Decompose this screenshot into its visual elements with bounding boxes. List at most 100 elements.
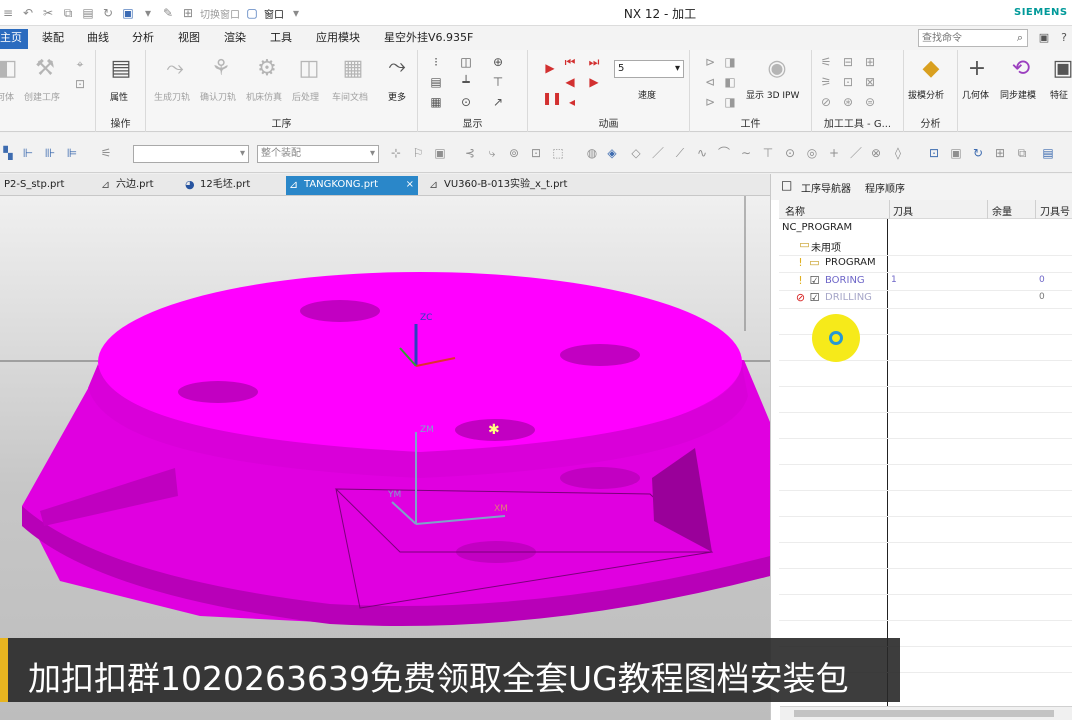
create-geometry-label[interactable]: 何体: [0, 90, 14, 103]
display-tool-icon[interactable]: ◫: [458, 54, 474, 70]
spline-icon[interactable]: ∼: [738, 145, 754, 161]
window-menu-label[interactable]: 窗口: [264, 6, 284, 21]
shop-doc-label[interactable]: 车间文档: [332, 90, 368, 103]
snap-extra-icon[interactable]: ◊: [890, 145, 906, 161]
generate-toolpath-icon[interactable]: ⤳: [162, 56, 188, 82]
snap-g-icon[interactable]: ⊡: [528, 145, 544, 161]
table-row[interactable]: NC_PROGRAM: [779, 220, 1072, 237]
cut-icon[interactable]: ✂: [40, 5, 56, 21]
table-row[interactable]: ▭ 未用项: [779, 237, 1072, 254]
workpiece-d-icon[interactable]: ◨: [722, 54, 738, 70]
switch-window-icon[interactable]: ⊞: [180, 5, 196, 21]
undo-icon[interactable]: ↶: [20, 5, 36, 21]
more-icon[interactable]: ⤳: [384, 54, 410, 80]
postprocess-label[interactable]: 后处理: [292, 90, 319, 103]
create-operation-label[interactable]: 创建工序: [24, 90, 60, 103]
file-tab-p2[interactable]: P2-S_stp.prt: [0, 176, 86, 195]
tool-i-icon[interactable]: ⊜: [862, 94, 878, 110]
show-ipw-label[interactable]: 显示 3D IPW: [746, 88, 799, 101]
tab-application[interactable]: 应用模块: [316, 29, 360, 49]
generate-toolpath-label[interactable]: 生成刀轨: [154, 90, 190, 103]
postprocess-icon[interactable]: ◫: [296, 56, 322, 82]
shop-doc-icon[interactable]: ▦: [340, 56, 366, 82]
file-tab-vu360[interactable]: ⊿ VU360-B-013实验_x_t.prt: [426, 176, 596, 195]
speed-select[interactable]: 5 ▾: [614, 60, 684, 78]
method-view-icon[interactable]: ⊫: [64, 145, 80, 161]
tab-assembly[interactable]: 装配: [42, 29, 64, 49]
geometry-label[interactable]: 几何体: [962, 88, 989, 101]
view-zoom-icon[interactable]: ▣: [948, 145, 964, 161]
file-tab-blank[interactable]: ◕ 12毛坯.prt: [182, 176, 278, 195]
create-operation-icon[interactable]: ⚒: [32, 56, 58, 82]
search-icon[interactable]: ⌕: [1012, 30, 1028, 46]
rotate-icon[interactable]: ↻: [970, 145, 986, 161]
tool-e-icon[interactable]: ⊡: [840, 74, 856, 90]
help-icon[interactable]: ?: [1056, 30, 1072, 46]
arc-icon[interactable]: ∿: [694, 145, 710, 161]
center-icon[interactable]: ⊙: [782, 145, 798, 161]
step-back-icon[interactable]: ⏮: [562, 54, 578, 70]
display-target-icon[interactable]: ⊙: [458, 94, 474, 110]
close-icon[interactable]: ×: [406, 176, 414, 194]
geometry-icon[interactable]: ◧: [0, 56, 20, 82]
tool-b-icon[interactable]: ⊟: [840, 54, 856, 70]
draft-analysis-label[interactable]: 拔模分析: [908, 88, 944, 101]
switch-window-label[interactable]: 切换窗口: [200, 6, 240, 21]
display-vector-icon[interactable]: ↗: [490, 94, 506, 110]
column-stock[interactable]: 余量: [992, 203, 1012, 218]
display-drill-icon[interactable]: ⊤: [490, 74, 506, 90]
chevron-down-icon[interactable]: ▾: [288, 5, 304, 21]
play-icon[interactable]: ▶: [542, 60, 558, 76]
tool-h-icon[interactable]: ⊛: [840, 94, 856, 110]
machine-view-icon[interactable]: ⊩: [20, 145, 36, 161]
pan-icon[interactable]: ⊞: [992, 145, 1008, 161]
verify-toolpath-label[interactable]: 确认刀轨: [200, 90, 236, 103]
workpiece-c-icon[interactable]: ⊳: [702, 94, 718, 110]
machine-simulation-label[interactable]: 机床仿真: [246, 90, 282, 103]
attribute-icon[interactable]: ▤: [108, 56, 134, 82]
surface-point-icon[interactable]: ⊗: [868, 145, 884, 161]
type-filter-select[interactable]: ▾: [133, 145, 249, 163]
pause-icon[interactable]: ❚❚: [542, 90, 562, 106]
snap-b-icon[interactable]: ⚐: [410, 145, 426, 161]
view-icon[interactable]: ▣: [120, 5, 136, 21]
ipw-icon[interactable]: ◉: [764, 56, 790, 82]
display-surface-icon[interactable]: ▤: [428, 74, 444, 90]
touch-mode-icon[interactable]: ✎: [160, 5, 176, 21]
feature-label[interactable]: 特征: [1050, 88, 1068, 101]
snap-i-icon[interactable]: ◍: [584, 145, 600, 161]
program-view-icon[interactable]: ▚: [0, 145, 16, 161]
dropdown-icon[interactable]: ▾: [140, 5, 156, 21]
sync-modeling-icon[interactable]: ⟲: [1008, 56, 1034, 82]
tool-g-icon[interactable]: ⊘: [818, 94, 834, 110]
render-style-icon[interactable]: ⧉: [1014, 145, 1030, 161]
tab-view[interactable]: 视图: [178, 29, 200, 49]
snap-j-icon[interactable]: ◈: [604, 145, 620, 161]
scrollbar-thumb[interactable]: [794, 710, 1054, 717]
sync-modeling-label[interactable]: 同步建模: [1000, 88, 1036, 101]
snap-d-icon[interactable]: ⊰: [462, 145, 478, 161]
navigator-mode[interactable]: 程序顺序: [865, 180, 905, 195]
geometry-plus-icon[interactable]: +: [964, 56, 990, 82]
point-icon[interactable]: +: [826, 145, 842, 161]
column-name[interactable]: 名称: [785, 203, 805, 218]
window-restore-icon[interactable]: ▣: [1036, 30, 1052, 46]
existing-point-icon[interactable]: ／: [848, 145, 864, 161]
window-icon[interactable]: ▢: [244, 5, 260, 21]
display-toolpath-icon[interactable]: ⁝: [428, 54, 444, 70]
curve-icon[interactable]: ⌒: [716, 145, 732, 161]
snap-f-icon[interactable]: ⊚: [506, 145, 522, 161]
paste-icon[interactable]: ▤: [80, 5, 96, 21]
feature-icon[interactable]: ▣: [1050, 56, 1072, 82]
workpiece-b-icon[interactable]: ⊲: [702, 74, 718, 90]
create-method-icon[interactable]: ⊡: [72, 76, 88, 92]
tangent-icon[interactable]: ⟋: [672, 145, 688, 161]
tab-analysis[interactable]: 分析: [132, 29, 154, 49]
column-tool[interactable]: 刀具: [893, 203, 913, 218]
intersect-icon[interactable]: ⊤: [760, 145, 776, 161]
display-holder-icon[interactable]: ⊕: [490, 54, 506, 70]
workpiece-f-icon[interactable]: ◨: [722, 94, 738, 110]
tool-f-icon[interactable]: ⊠: [862, 74, 878, 90]
rewind-icon[interactable]: ◂: [564, 94, 580, 110]
next-icon[interactable]: ▶: [586, 74, 602, 90]
